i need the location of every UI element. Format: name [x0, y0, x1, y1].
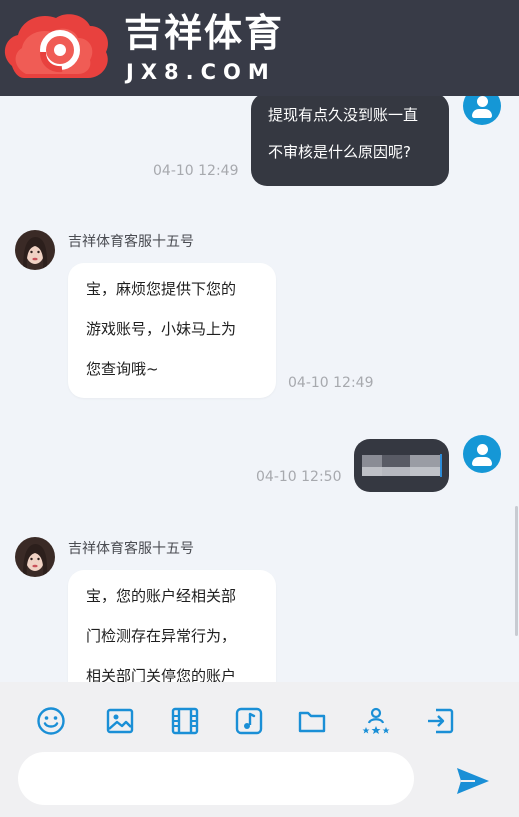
folder-icon[interactable]	[297, 706, 327, 736]
video-icon[interactable]	[170, 706, 200, 736]
send-icon[interactable]	[455, 766, 491, 796]
brand-domain: JX8.COM	[126, 60, 276, 84]
agent-name: 吉祥体育客服十五号	[68, 234, 194, 250]
message-line: 您查询哦~	[86, 360, 159, 378]
composer-toolbar	[0, 682, 519, 817]
user-message-bubble: 提现有点久没到账一直 不审核是什么原因呢?	[251, 96, 449, 186]
brand-logo-icon	[4, 14, 109, 78]
brand-name-cn: 吉祥体育	[124, 11, 285, 55]
agent-avatar	[15, 230, 55, 270]
message-line: 宝，麻烦您提供下您的	[86, 280, 237, 298]
message-line: 相关部门关停您的账户	[86, 667, 237, 682]
chat-message-list[interactable]: 提现有点久没到账一直 不审核是什么原因呢? 04-10 12:49 吉祥体育客服…	[0, 96, 519, 682]
message-timestamp: 04-10 12:49	[153, 163, 239, 179]
rating-icon[interactable]	[361, 706, 391, 736]
agent-message-bubble: 宝，麻烦您提供下您的 游戏账号，小妹马上为 您查询哦~	[68, 263, 276, 398]
agent-message-bubble: 宝，您的账户经相关部 门检测存在异常行为， 相关部门关停您的账户	[68, 570, 276, 682]
message-line: 门检测存在异常行为，	[86, 627, 237, 645]
message-line: 宝，您的账户经相关部	[86, 587, 237, 605]
user-avatar-icon	[463, 96, 501, 125]
emoji-icon[interactable]	[36, 706, 66, 736]
logout-icon[interactable]	[425, 706, 455, 736]
message-line: 提现有点久没到账一直	[268, 106, 419, 124]
message-line: 游戏账号，小妹马上为	[86, 320, 237, 338]
chat-scrollbar[interactable]	[515, 506, 518, 636]
agent-avatar	[15, 537, 55, 577]
message-timestamp: 04-10 12:50	[256, 469, 342, 485]
user-avatar-icon	[463, 435, 501, 473]
message-input[interactable]	[18, 752, 414, 805]
image-icon[interactable]	[105, 706, 135, 736]
agent-name: 吉祥体育客服十五号	[68, 541, 194, 557]
message-line: 不审核是什么原因呢?	[268, 143, 411, 161]
app-header: 吉祥体育 JX8.COM	[0, 0, 519, 96]
message-timestamp: 04-10 12:49	[288, 375, 374, 391]
music-icon[interactable]	[234, 706, 264, 736]
redacted-message-bubble	[354, 439, 449, 492]
